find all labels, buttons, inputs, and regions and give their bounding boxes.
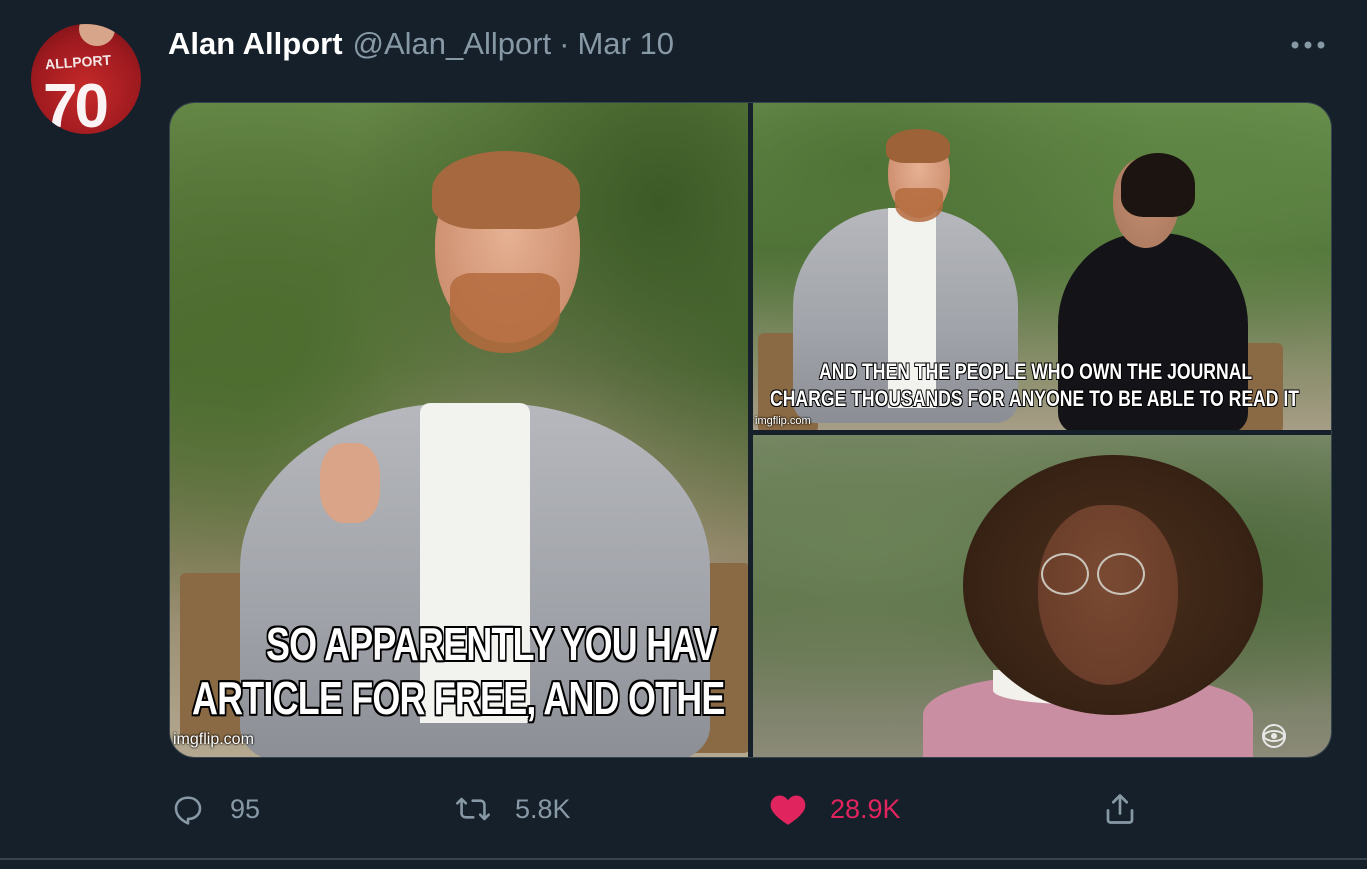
more-options-button[interactable] [1288,30,1328,60]
face [1038,505,1178,685]
hair [886,129,950,163]
reply-button[interactable]: 95 [168,785,260,833]
like-count: 28.9K [830,793,901,824]
retweet-icon [456,797,490,821]
glasses-right-lens [1097,553,1145,595]
glasses-left-lens [1041,553,1089,595]
hair [432,151,580,229]
imgflip-watermark: imgflip.com [755,415,811,427]
media-image-left[interactable]: SO APPARENTLY YOU HAV ARTICLE FOR FREE, … [170,103,748,757]
hair [1121,153,1195,217]
media-image-top-right[interactable]: AND THEN THE PEOPLE WHO OWN THE JOURNAL … [753,103,1331,430]
meme-caption-tr-line2: CHARGE THOUSANDS FOR ANYONE TO BE ABLE T… [770,386,1300,411]
retweet-button[interactable]: 5.8K [453,785,571,833]
share-button[interactable] [1100,785,1140,833]
reply-count: 95 [230,793,261,824]
avatar[interactable]: ALLPORT 70 [31,24,141,134]
avatar-shirt-name: ALLPORT [44,51,112,73]
cbs-eye-icon [1262,724,1286,748]
display-name[interactable]: Alan Allport [168,26,343,62]
avatar-face [79,24,115,46]
meme-caption-left-line2: ARTICLE FOR FREE, AND OTHE [192,672,725,724]
imgflip-watermark: imgflip.com [173,731,254,748]
beard [450,273,560,353]
beard [895,188,943,222]
media-image-bottom-right[interactable] [753,435,1331,757]
tweet-actions: 95 5.8K 28.9K [168,785,1168,833]
tweet-media-grid[interactable]: SO APPARENTLY YOU HAV ARTICLE FOR FREE, … [169,102,1332,758]
like-button[interactable]: 28.9K [768,785,901,833]
tweet[interactable]: ALLPORT 70 Alan Allport @Alan_Allport · … [0,0,1367,860]
tweet-date[interactable]: Mar 10 [577,26,673,62]
separator-dot: · [559,26,570,61]
retweet-count: 5.8K [515,793,571,824]
avatar-shirt-number: 70 [43,72,109,135]
meme-caption-tr-line1: AND THEN THE PEOPLE WHO OWN THE JOURNAL [819,359,1253,384]
user-handle[interactable]: @Alan_Allport [353,26,552,62]
more-horizontal-icon [1291,41,1325,49]
reply-icon [174,796,202,825]
share-icon [1106,794,1134,824]
tweet-divider [0,858,1367,860]
hand [320,443,380,523]
heart-icon [770,795,806,825]
tweet-header: Alan Allport @Alan_Allport · Mar 10 [168,26,674,66]
meme-caption-left-line1: SO APPARENTLY YOU HAV [266,618,718,670]
